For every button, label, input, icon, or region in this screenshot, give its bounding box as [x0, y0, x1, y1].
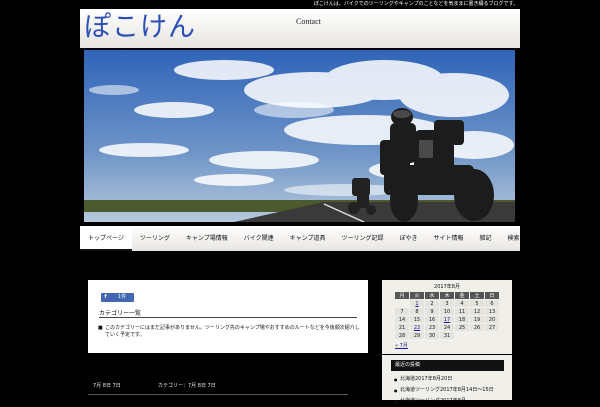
post-category[interactable]: カテゴリー：7月 8日 7日 [158, 382, 216, 389]
hero-image [84, 50, 515, 222]
calendar-day: 24 [440, 324, 454, 331]
like-count: 1件 [117, 294, 127, 300]
calendar-day: 20 [485, 316, 499, 323]
calendar-title: 2017年8月 [434, 284, 460, 290]
calendar-day: 23 [425, 324, 439, 331]
calendar-empty-cell [455, 332, 469, 339]
weekday-header: 日 [485, 292, 499, 299]
recent-posts-title: 最近の投稿 [391, 360, 504, 371]
calendar-day: 9 [425, 308, 439, 315]
calendar-day: 21 [395, 324, 409, 331]
top-notice-bar: ぽこけんは、バイクでのツーリングやキャンプのことなどを気ままに書き綴るブログです… [80, 0, 520, 9]
calendar-day: 31 [440, 332, 454, 339]
calendar-week-row: 7 8 9 10 11 12 13 [395, 308, 499, 315]
section-title: カテゴリー一覧 [99, 308, 357, 318]
weekday-header: 水 [425, 292, 439, 299]
contact-link[interactable]: Contact [296, 17, 321, 26]
nav-item-search[interactable]: 検索 [500, 226, 528, 251]
calendar-empty-cell [395, 300, 409, 307]
recent-posts-list: 北海道2017年8月20日 北海道ツーリング2017年8月14日〜15日 北海道… [394, 374, 494, 407]
recent-post-link[interactable]: 北海道ツーリング2017年8月 [394, 396, 494, 407]
site-logo[interactable]: ぽこけん [84, 11, 196, 45]
calendar-day: 30 [425, 332, 439, 339]
calendar-table: 月 火 水 木 金 土 日 1 2 3 4 5 6 7 8 9 10 11 12 13 14 15 16 17 1… [394, 291, 500, 340]
calendar-day: 25 [455, 324, 469, 331]
calendar-week-row: 21 22 23 24 25 26 27 [395, 324, 499, 331]
weekday-header: 金 [455, 292, 469, 299]
calendar-day: 27 [485, 324, 499, 331]
calendar-day: 19 [470, 316, 484, 323]
facebook-icon: f [104, 294, 107, 300]
calendar-day: 28 [395, 332, 409, 339]
facebook-like-button[interactable]: f 1件 [101, 293, 134, 302]
calendar-day: 18 [455, 316, 469, 323]
nav-item-misc[interactable]: 雑記 [472, 226, 500, 251]
calendar-day: 14 [395, 316, 409, 323]
calendar-day: 4 [455, 300, 469, 307]
nav-item-top[interactable]: トップページ [80, 226, 132, 251]
calendar-empty-cell [470, 332, 484, 339]
calendar-day-link[interactable]: 22 [410, 324, 424, 331]
calendar-week-row: 14 15 16 17 18 19 20 [395, 316, 499, 323]
weekday-header: 月 [395, 292, 409, 299]
calendar-day: 6 [485, 300, 499, 307]
weekday-header: 土 [470, 292, 484, 299]
calendar-day: 3 [440, 300, 454, 307]
calendar-day: 8 [410, 308, 424, 315]
calendar-day-link[interactable]: 17 [440, 316, 454, 323]
weekday-header: 火 [410, 292, 424, 299]
calendar-day: 2 [425, 300, 439, 307]
calendar-day: 10 [440, 308, 454, 315]
calendar-week-row: 28 29 30 31 [395, 332, 499, 339]
nav-item-grumble[interactable]: ぼやき [391, 226, 425, 251]
calendar-widget: 2017年8月 月 火 水 木 金 土 日 1 2 3 4 5 6 7 8 9 10 11 12 13 1… [382, 280, 512, 354]
weekday-header: 木 [440, 292, 454, 299]
nav-item-camp-gear[interactable]: キャンプ道具 [282, 226, 334, 251]
nav-item-touring-log[interactable]: ツーリング記録 [333, 226, 391, 251]
calendar-day: 16 [425, 316, 439, 323]
calendar-body: 1 2 3 4 5 6 7 8 9 10 11 12 13 14 15 16 17 18 19 20 21 22 23 24 2… [395, 300, 499, 339]
recent-post-link[interactable]: 北海道ツーリング2017年8月14日〜15日 [394, 385, 494, 396]
calendar-day: 13 [485, 308, 499, 315]
calendar-day: 5 [470, 300, 484, 307]
calendar-day: 26 [470, 324, 484, 331]
content-text: このカテゴリーにはまだ記事がありません。ツーリング先のキャンプ場やおすすめのルー… [98, 325, 360, 339]
nav-item-bike[interactable]: バイク関連 [236, 226, 282, 251]
calendar-day: 11 [455, 308, 469, 315]
post-date: 7月 8日 7日 [93, 383, 121, 389]
main-content-box: f 1件 カテゴリー一覧 このカテゴリーにはまだ記事がありません。ツーリング先の… [88, 280, 368, 353]
calendar-day: 12 [470, 308, 484, 315]
nav-item-touring[interactable]: ツーリング [132, 226, 178, 251]
nav-item-site-info[interactable]: サイト情報 [425, 226, 471, 251]
calendar-day: 29 [410, 332, 424, 339]
nav-item-campsite[interactable]: キャンプ場情報 [178, 226, 236, 251]
calendar-prev-link[interactable]: « 7月 [395, 342, 408, 349]
calendar-day: 15 [410, 316, 424, 323]
main-nav: トップページ ツーリング キャンプ場情報 バイク関連 キャンプ道具 ツーリング記… [80, 226, 520, 251]
page-wrapper: ぽこけんは、バイクでのツーリングやキャンプのことなどを気ままに書き綴るブログです… [80, 0, 520, 407]
hero-banner [80, 48, 520, 226]
recent-posts-widget: 最近の投稿 北海道2017年8月20日 北海道ツーリング2017年8月14日〜1… [382, 355, 512, 407]
calendar-day-link[interactable]: 1 [410, 300, 424, 307]
calendar-day: 7 [395, 308, 409, 315]
calendar-weekday-row: 月 火 水 木 金 土 日 [395, 292, 499, 299]
divider [88, 394, 348, 395]
top-notice-text: ぽこけんは、バイクでのツーリングやキャンプのことなどを気ままに書き綴るブログです… [313, 1, 518, 7]
recent-post-link[interactable]: 北海道2017年8月20日 [394, 374, 494, 385]
calendar-week-row: 123456 [395, 300, 499, 307]
calendar-empty-cell [485, 332, 499, 339]
site-header: ぽこけん Contact [80, 9, 520, 48]
